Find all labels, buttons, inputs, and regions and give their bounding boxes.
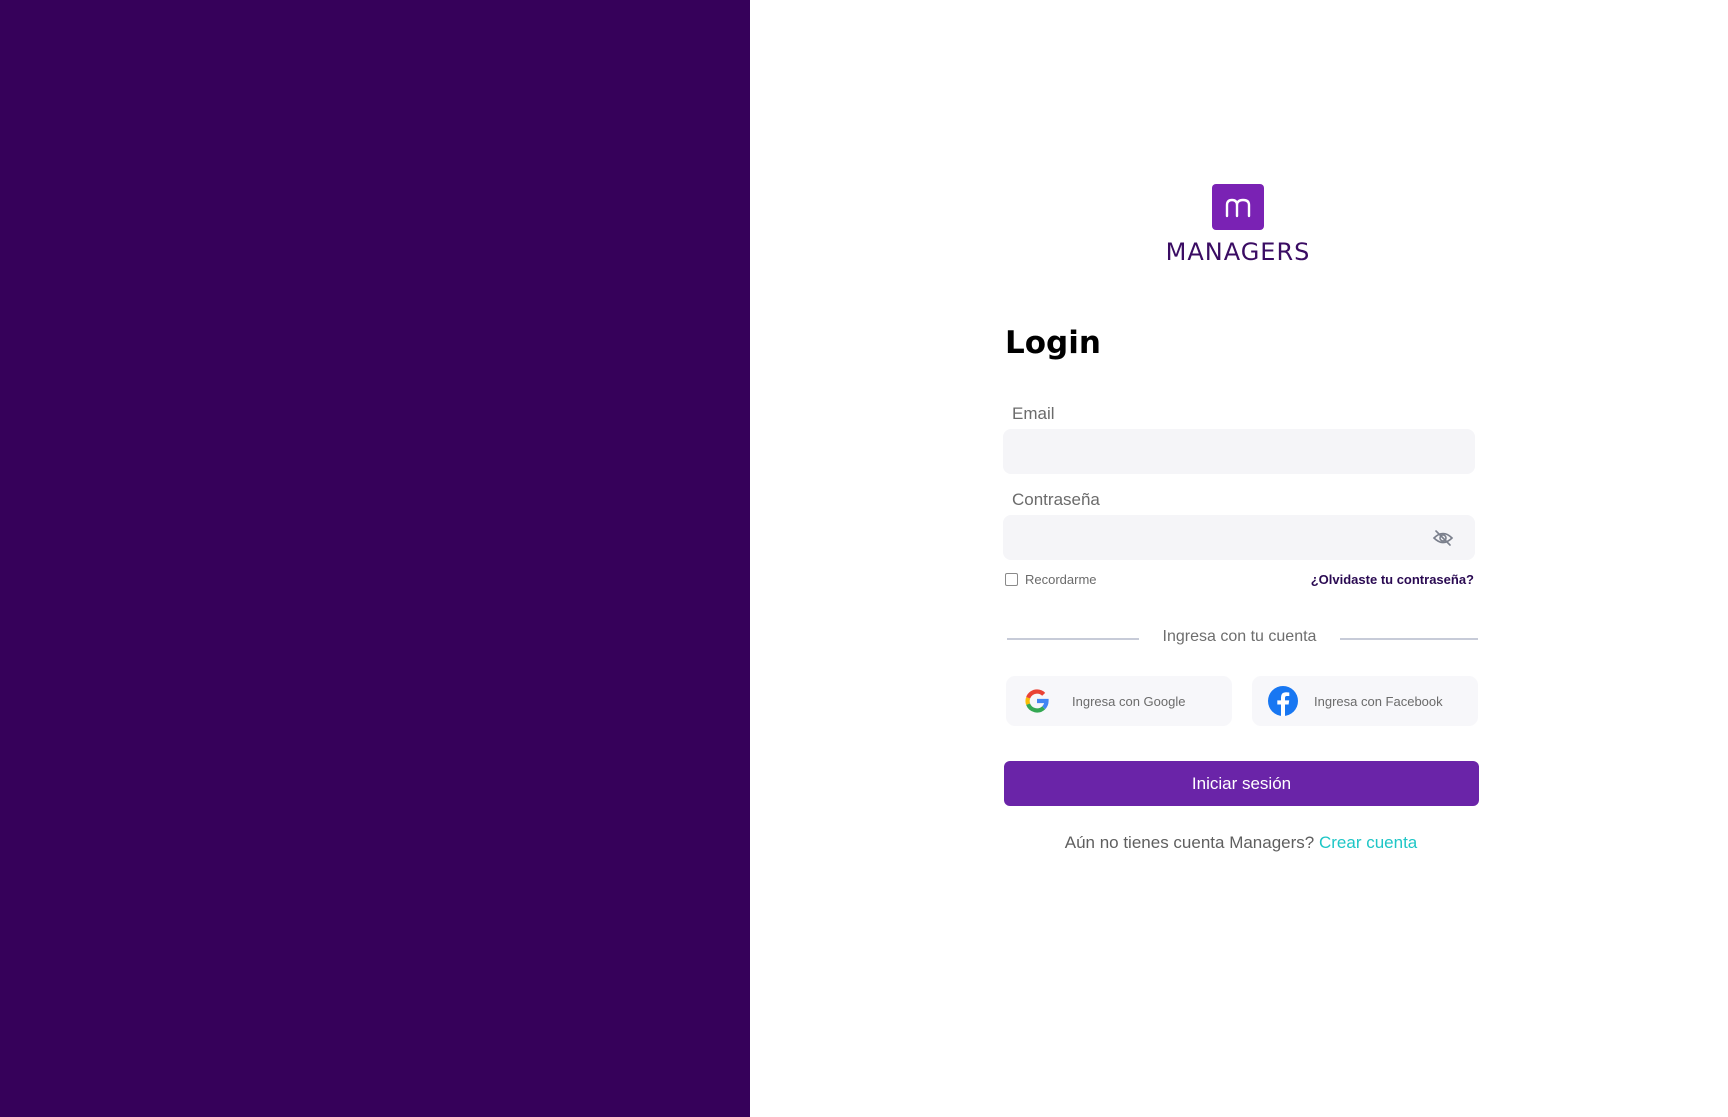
email-field[interactable] [1003, 429, 1475, 474]
brand-name: MANAGERS [1165, 238, 1311, 266]
brand-side-panel [0, 0, 750, 1117]
remember-me-toggle[interactable]: Recordarme [1005, 572, 1097, 587]
signup-prompt: Aún no tienes cuenta Managers? Crear cue… [1003, 833, 1479, 853]
google-icon [1020, 684, 1054, 718]
google-login-label: Ingresa con Google [1072, 693, 1186, 709]
google-login-button[interactable]: Ingresa con Google [1006, 676, 1232, 726]
managers-m-logo-icon [1212, 184, 1264, 230]
password-field[interactable] [1003, 515, 1475, 560]
facebook-login-label: Ingresa con Facebook [1314, 693, 1443, 709]
divider-line [1007, 638, 1139, 640]
divider-line [1340, 638, 1478, 640]
signup-prompt-text: Aún no tienes cuenta Managers? [1064, 833, 1315, 852]
social-login-divider-text: Ingresa con tu cuenta [1162, 628, 1317, 645]
create-account-link[interactable]: Crear cuenta [1319, 833, 1417, 852]
forgot-password-link[interactable]: ¿Olvidaste tu contraseña? [1290, 572, 1474, 587]
facebook-login-button[interactable]: Ingresa con Facebook [1252, 676, 1478, 726]
email-label: Email [1012, 404, 1055, 423]
remember-checkbox[interactable] [1005, 573, 1018, 586]
remember-label: Recordarme [1025, 572, 1097, 587]
brand-logo: MANAGERS [1103, 184, 1373, 266]
page-title: Login [1005, 325, 1101, 361]
sign-in-button[interactable]: Iniciar sesión [1004, 761, 1479, 806]
eye-off-icon[interactable] [1430, 525, 1456, 551]
password-label: Contraseña [1012, 490, 1100, 509]
facebook-icon [1266, 684, 1300, 718]
